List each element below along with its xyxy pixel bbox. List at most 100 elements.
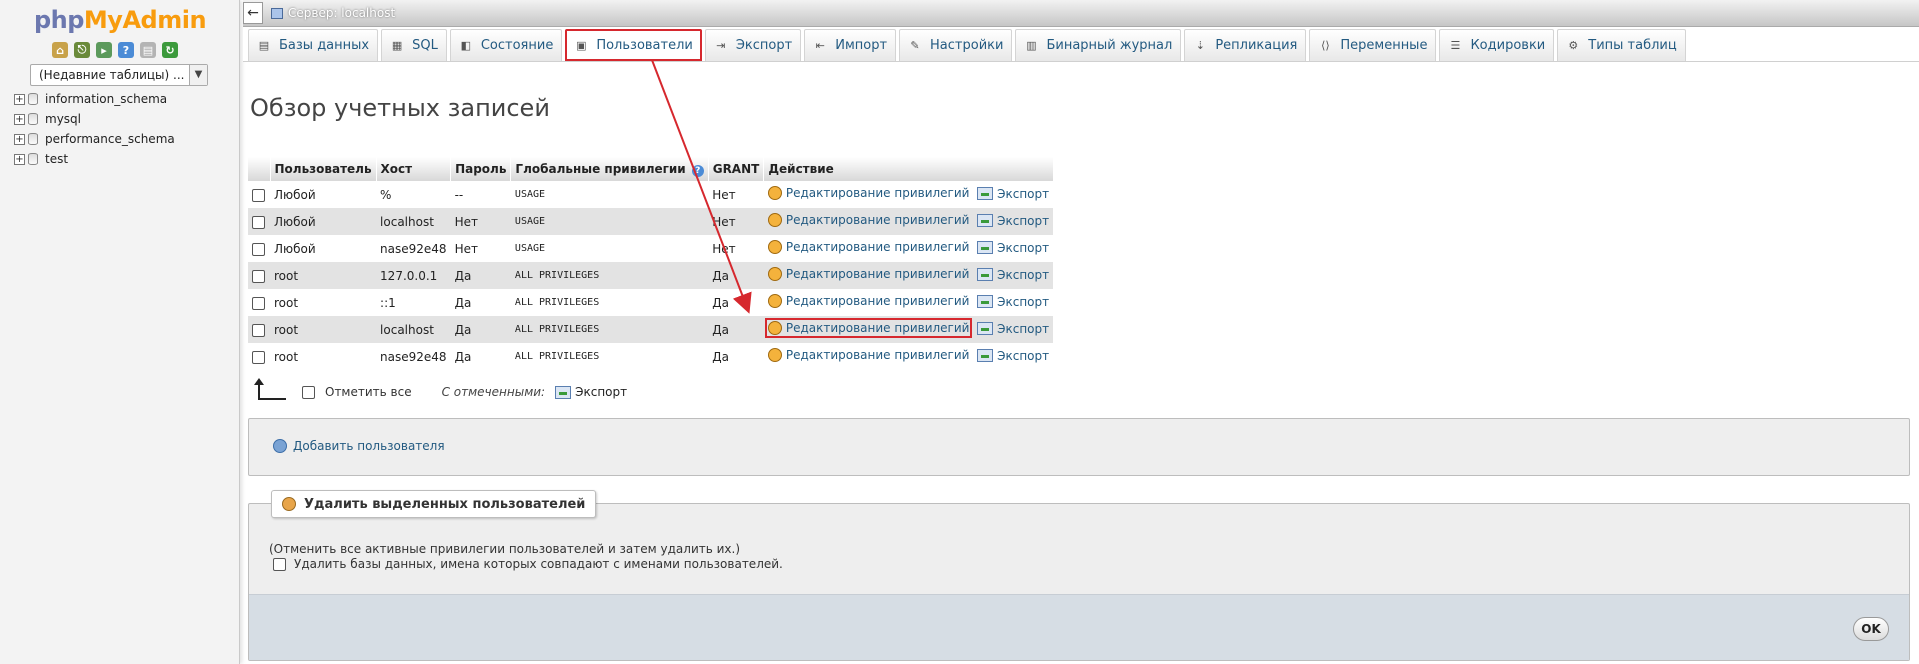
server-breadcrumb-bar: ← Сервер: localhost [243,0,1919,27]
table-row: root::1 Да ALL PRIVILEGES Да Редактирование … [248,289,1054,316]
export-label: Экспорт [997,321,1050,336]
arrow-up-icon [254,378,286,400]
database-item[interactable]: + information_schema [14,89,175,109]
expand-icon[interactable]: + [14,153,25,165]
action-cell: Редактирование привилегий Экспорт [763,208,1054,235]
grant-cell: Да [708,262,764,289]
row-select-cell [248,343,270,370]
check-all-checkbox[interactable] [302,385,315,399]
row-select-cell [248,235,270,262]
edit-privileges-link[interactable]: Редактирование привилегий [767,213,969,227]
database-name[interactable]: mysql [45,112,81,126]
quick-icons: ⌂ ⎋ ▸ ? ▤ ↻ [52,42,178,58]
edit-privileges-link[interactable]: Редактирование привилегий [767,186,970,200]
logout-icon[interactable]: ⎋ [74,42,90,58]
help-icon[interactable]: ? [691,164,704,177]
server-tabs: ▤ Базы данных ▦ SQL ◧ Состояние ▣ Пользователи ⇥… [243,27,1919,62]
users-table: Пользователь Хост Пароль Глобальные прив… [248,157,1054,370]
database-item[interactable]: + test [14,149,175,169]
user-cell: Любой [270,208,377,235]
tab-export[interactable]: ⇥ Экспорт [704,29,802,61]
tab-charset[interactable]: ☰ Кодировки [1439,29,1555,61]
row-checkbox[interactable] [252,296,265,310]
database-name[interactable]: information_schema [45,92,167,106]
row-checkbox[interactable] [252,269,265,283]
edit-privileges-link[interactable]: Редактирование привилегий [764,318,973,338]
delete-footer: OK [249,594,1909,660]
reload-icon[interactable]: ↻ [162,42,178,58]
database-icon [28,133,38,145]
row-checkbox[interactable] [252,188,265,202]
grant-cell: Да [708,289,764,316]
row-checkbox[interactable] [252,323,265,337]
database-name[interactable]: test [45,152,68,166]
database-item[interactable]: + performance_schema [14,129,175,149]
export-link[interactable]: Экспорт [977,349,1049,363]
tab-engines[interactable]: ⚙ Типы таблиц [1557,29,1686,61]
logo[interactable]: phpMyAdmin [0,6,240,34]
row-checkbox[interactable] [252,215,265,229]
back-button[interactable]: ← [243,2,263,24]
export-icon: ⇥ [716,39,726,52]
delete-legend-label: Удалить выделенных пользователей [304,496,586,512]
help-icon[interactable]: ? [118,42,134,58]
tab-users[interactable]: ▣ Пользователи [565,29,702,61]
database-icon [28,153,38,165]
host-cell: % [376,181,451,208]
query-window-icon[interactable]: ▸ [96,42,112,58]
check-all-label[interactable]: Отметить все [325,385,412,399]
row-checkbox[interactable] [252,350,265,364]
tab-label: SQL [412,38,438,53]
edit-privileges-label: Редактирование привилегий [785,294,970,308]
expand-icon[interactable]: + [14,93,25,105]
home-icon[interactable]: ⌂ [52,42,68,58]
export-link[interactable]: Экспорт [977,241,1049,255]
edit-privileges-link[interactable]: Редактирование привилегий [767,348,969,362]
password-cell: Да [450,262,511,289]
export-link[interactable]: Экспорт [977,187,1049,201]
tab-binlog[interactable]: ▥ Бинарный журнал [1015,29,1182,61]
users-table-body: Любой% -- USAGE Нет Редактирование привилеги… [248,181,1054,370]
tab-import[interactable]: ⇤ Импорт [804,29,897,61]
expand-icon[interactable]: + [14,133,25,145]
edit-privileges-link[interactable]: Редактирование привилегий [767,240,969,254]
row-select-cell [248,289,270,316]
tab-variables[interactable]: ⟨⟩ Переменные [1309,29,1437,61]
privileges-cell: ALL PRIVILEGES [510,289,709,316]
row-checkbox[interactable] [252,242,265,256]
tab-status[interactable]: ◧ Состояние [449,29,563,61]
breadcrumb-server[interactable]: Сервер: localhost [271,0,395,27]
docs-icon[interactable]: ▤ [140,42,156,58]
export-link[interactable]: Экспорт [977,268,1049,282]
database-name[interactable]: performance_schema [45,132,175,146]
column-header-host[interactable]: Хост [376,157,452,181]
bulk-export-button[interactable]: Экспорт [555,385,627,399]
add-user-link[interactable]: Добавить пользователя [273,439,445,453]
tab-sql[interactable]: ▦ SQL [381,29,447,61]
tab-wrench[interactable]: ✎ Настройки [899,29,1013,61]
drop-db-checkbox[interactable] [273,557,286,571]
database-icon: ▤ [258,39,270,52]
expand-icon[interactable]: + [14,113,25,125]
charset-icon: ☰ [1450,39,1461,52]
import-icon: ⇤ [815,39,825,52]
edit-privileges-link[interactable]: Редактирование привилегий [767,267,969,281]
ok-button[interactable]: OK [1853,617,1889,641]
edit-privileges-link[interactable]: Редактирование привилегий [767,294,970,308]
table-header-row: Пользователь Хост Пароль Глобальные прив… [248,157,1054,181]
drop-db-label[interactable]: Удалить базы данных, имена которых совпа… [294,557,783,571]
tab-label: Бинарный журнал [1046,38,1173,53]
edit-privileges-label: Редактирование привилегий [785,186,970,200]
with-selected-label: С отмеченными: [441,385,546,399]
row-select-cell [248,181,270,208]
tab-database[interactable]: ▤ Базы данных [248,29,379,61]
export-link[interactable]: Экспорт [977,295,1049,309]
recent-tables-select[interactable]: (Недавние таблицы) ... ▼ [30,64,208,86]
export-link[interactable]: Экспорт [977,322,1049,336]
bulk-export-label: Экспорт [575,385,628,399]
column-header-user[interactable]: Пользователь [270,157,377,181]
export-link[interactable]: Экспорт [977,214,1049,228]
tab-replication[interactable]: ⇣ Репликация [1184,29,1307,61]
database-item[interactable]: + mysql [14,109,175,129]
privileges-cell: ALL PRIVILEGES [510,343,709,370]
